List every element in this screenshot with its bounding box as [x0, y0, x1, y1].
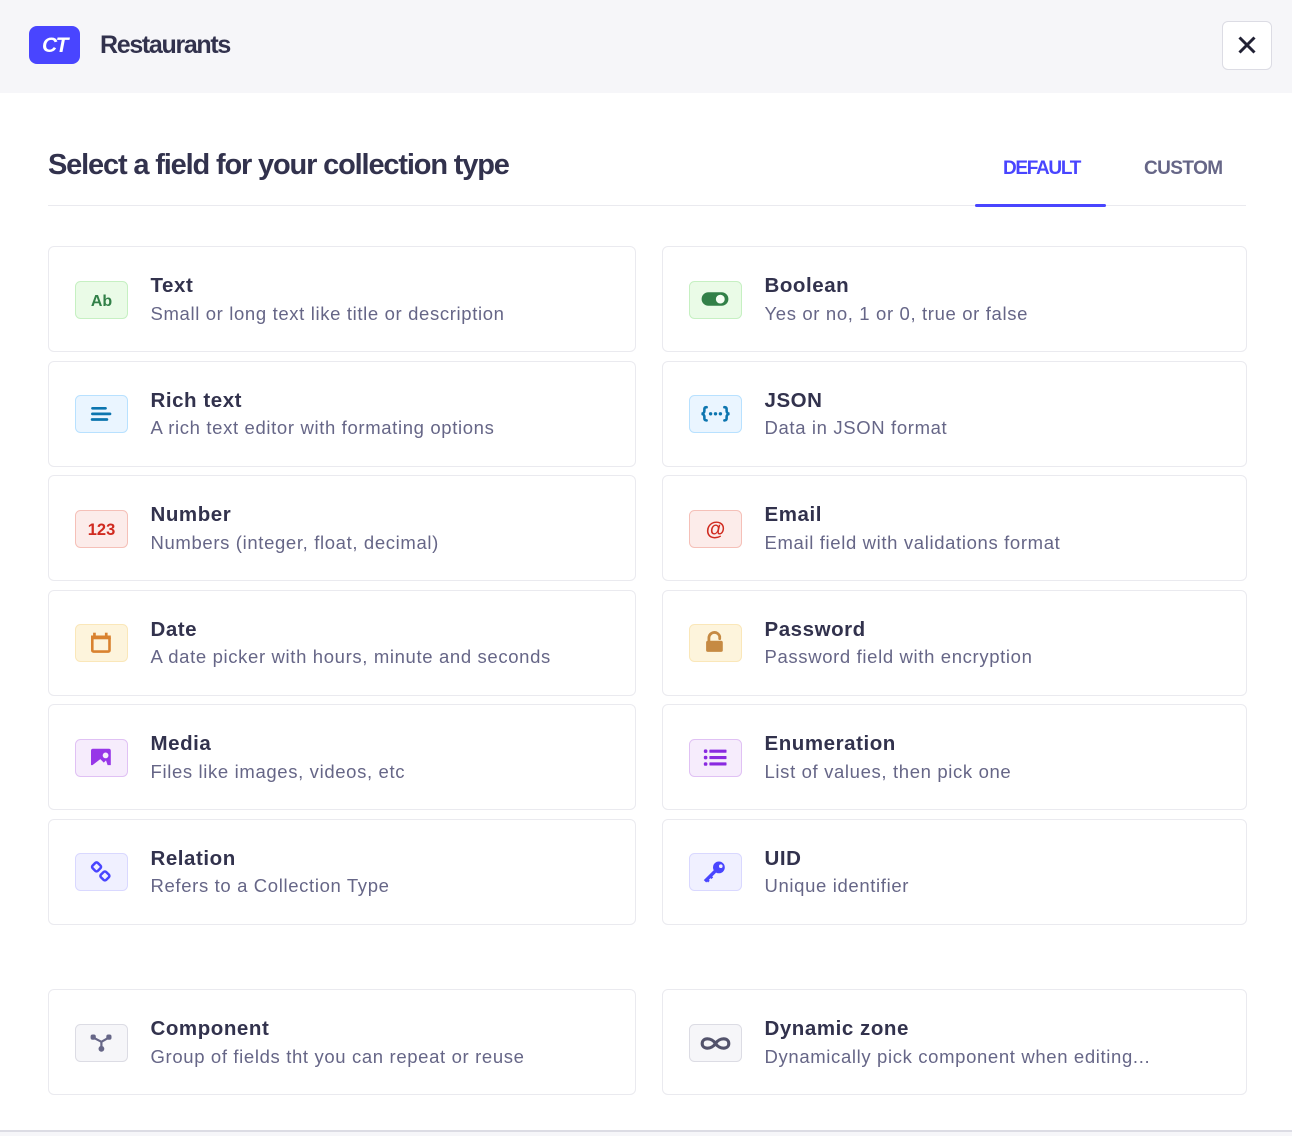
svg-text:123: 123: [87, 521, 115, 539]
svg-text:Ab: Ab: [90, 292, 112, 309]
svg-text:@: @: [705, 518, 725, 540]
